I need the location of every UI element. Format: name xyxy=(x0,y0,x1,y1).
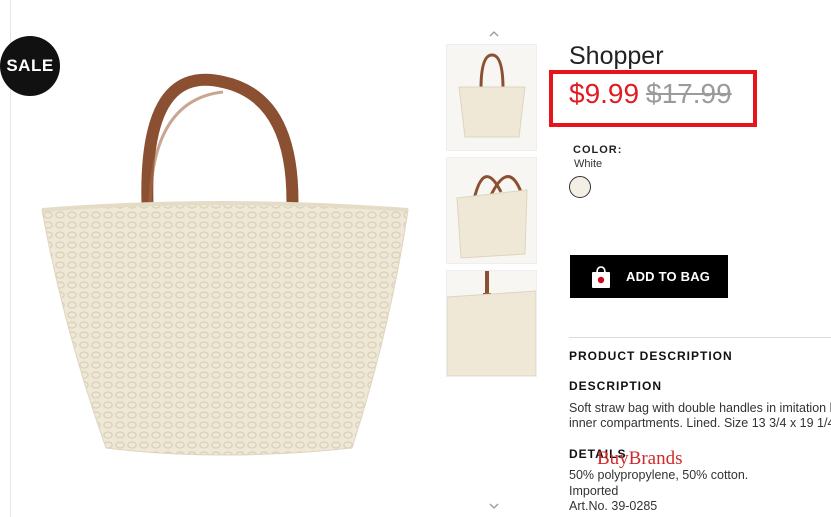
description-line: inner compartments. Lined. Size 13 3/4 x… xyxy=(569,416,831,430)
product-description-heading: PRODUCT DESCRIPTION xyxy=(569,349,733,363)
thumbnail-3[interactable] xyxy=(446,270,537,377)
thumbnail-scroll-down-icon[interactable] xyxy=(487,500,501,514)
sale-price: $9.99 xyxy=(569,78,640,109)
watermark-text: BuyBrands xyxy=(597,448,683,469)
description-line: Soft straw bag with double handles in im… xyxy=(569,401,831,415)
details-line: Art.No. 39-0285 xyxy=(569,499,658,513)
color-value: White xyxy=(574,158,603,170)
details-line: Imported xyxy=(569,484,619,498)
section-divider xyxy=(569,337,831,338)
add-to-bag-label: ADD TO BAG xyxy=(626,269,711,284)
original-price: $17.99 xyxy=(646,78,732,109)
thumbnail-2[interactable] xyxy=(446,157,537,264)
main-product-image xyxy=(41,73,409,456)
description-heading: DESCRIPTION xyxy=(569,379,663,393)
color-label: COLOR: xyxy=(573,144,623,156)
product-title: Shopper xyxy=(569,42,664,70)
description-text: Soft straw bag with double handles in im… xyxy=(569,401,831,431)
thumbnail-scroll-up-icon[interactable] xyxy=(487,28,501,42)
shopping-bag-icon xyxy=(590,265,612,289)
details-line: 50% polypropylene, 50% cotton. xyxy=(569,468,749,482)
color-swatch-white[interactable] xyxy=(569,176,591,198)
thumbnail-1[interactable] xyxy=(446,44,537,151)
add-to-bag-button[interactable]: ADD TO BAG xyxy=(570,255,728,298)
